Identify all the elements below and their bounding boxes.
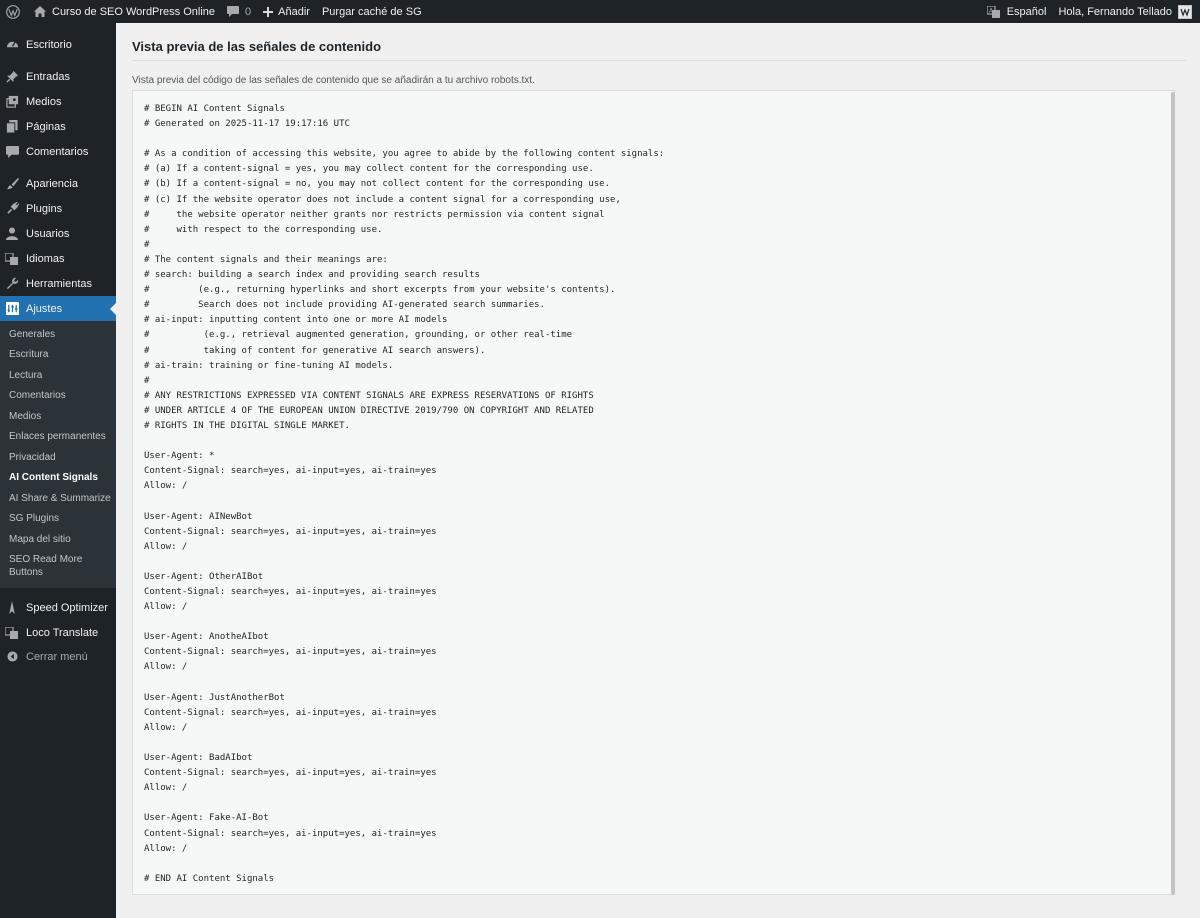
purge-cache-button[interactable]: Purgar caché de SG [316, 0, 428, 23]
language-switcher[interactable]: A Español [981, 0, 1053, 23]
page-title: Vista previa de las señales de contenido [132, 39, 382, 54]
comments-link[interactable]: 0 [221, 0, 257, 23]
submenu-item-comentarios[interactable]: Comentarios [9, 389, 114, 402]
add-new-label: Añadir [278, 5, 310, 18]
sidebar-item-plugins[interactable]: Plugins [0, 196, 116, 221]
avatar [1178, 4, 1192, 19]
submenu-item-privacidad[interactable]: Privacidad [9, 451, 114, 464]
collapse-menu-button[interactable]: Cerrar menú [0, 644, 116, 669]
purge-cache-label: Purgar caché de SG [321, 5, 422, 18]
sidebar-item-label: Medios [26, 95, 62, 108]
settings-submenu: Generales Escritura Lectura Comentarios … [0, 321, 116, 588]
main-content: Vista previa de las señales de contenido… [116, 23, 1200, 918]
pin-icon [2, 70, 22, 83]
speed-icon [2, 601, 22, 614]
sidebar-item-label: Páginas [26, 120, 66, 133]
settings-icon [2, 302, 22, 315]
sidebar-item-label: Loco Translate [26, 626, 99, 639]
page-description: Vista previa del código de las señales d… [132, 75, 535, 86]
scrollbar-thumb[interactable] [1171, 92, 1175, 895]
sidebar-item-label: Entradas [26, 70, 71, 83]
title-divider [132, 60, 1186, 61]
admin-sidebar: Escritorio Entradas Medios Páginas Comen… [0, 23, 116, 918]
code-preview-scrollbar[interactable] [1170, 92, 1176, 895]
brush-icon [2, 177, 22, 190]
comment-icon [227, 6, 240, 17]
plus-icon [263, 6, 274, 17]
submenu-item-mapa-del-sitio[interactable]: Mapa del sitio [9, 533, 114, 546]
submenu-item-medios[interactable]: Medios [9, 410, 114, 423]
submenu-item-seo-read-more-buttons[interactable]: SEO Read More Buttons [9, 553, 89, 579]
language-label: Español [1006, 5, 1047, 18]
robots-code-preview: # BEGIN AI Content Signals # Generated o… [144, 104, 665, 884]
comments-count: 0 [245, 5, 252, 18]
sidebar-item-apariencia[interactable]: Apariencia [0, 171, 116, 196]
sidebar-item-label: Idiomas [26, 252, 65, 265]
my-account-menu[interactable]: Hola, Fernando Tellado [1052, 0, 1200, 23]
sidebar-item-ajustes[interactable]: Ajustes [0, 296, 116, 321]
sidebar-item-label: Ajustes [26, 302, 63, 315]
home-icon [34, 6, 46, 17]
wordpress-logo-icon[interactable] [0, 0, 28, 23]
add-new-link[interactable]: Añadir [257, 0, 316, 23]
plugin-icon [2, 202, 22, 215]
admin-bar: Curso de SEO WordPress Online 0 Añadir P… [0, 0, 1200, 23]
sidebar-item-label: Speed Optimizer [26, 601, 108, 614]
sidebar-item-label: Comentarios [26, 145, 89, 158]
translate-icon [2, 252, 22, 265]
submenu-item-sg-plugins[interactable]: SG Plugins [9, 512, 114, 525]
sidebar-item-label: Herramientas [26, 277, 93, 290]
submenu-item-escritura[interactable]: Escritura [9, 348, 114, 361]
sidebar-item-usuarios[interactable]: Usuarios [0, 221, 116, 246]
collapse-icon [2, 651, 22, 662]
site-name-label: Curso de SEO WordPress Online [52, 5, 216, 18]
submenu-item-ai-share-summarize[interactable]: AI Share & Summarize [9, 492, 114, 505]
media-icon [2, 95, 22, 108]
translate-icon [2, 626, 22, 639]
submenu-item-enlaces-permanentes[interactable]: Enlaces permanentes [9, 430, 114, 443]
submenu-item-generales[interactable]: Generales [9, 328, 114, 341]
page-icon [2, 120, 22, 133]
dashboard-icon [2, 38, 22, 51]
sidebar-item-medios[interactable]: Medios [0, 89, 116, 114]
sidebar-item-label: Usuarios [26, 227, 70, 240]
comment-icon [2, 145, 22, 158]
user-icon [2, 227, 22, 240]
sidebar-item-label: Apariencia [26, 177, 78, 190]
sidebar-item-loco-translate[interactable]: Loco Translate [0, 620, 116, 645]
sidebar-item-label: Plugins [26, 202, 63, 215]
sidebar-item-label: Escritorio [26, 38, 72, 51]
translate-icon: A [986, 5, 1001, 18]
submenu-item-ai-content-signals[interactable]: AI Content Signals [9, 471, 114, 484]
sidebar-item-label: Cerrar menú [26, 650, 88, 663]
sidebar-item-idiomas[interactable]: Idiomas [0, 246, 116, 271]
greeting-label: Hola, Fernando Tellado [1058, 5, 1172, 18]
site-name-link[interactable]: Curso de SEO WordPress Online [28, 0, 221, 23]
code-preview-box[interactable]: # BEGIN AI Content Signals # Generated o… [132, 90, 1175, 895]
wrench-icon [2, 277, 22, 290]
sidebar-item-paginas[interactable]: Páginas [0, 114, 116, 139]
submenu-item-lectura[interactable]: Lectura [9, 369, 114, 382]
sidebar-item-entradas[interactable]: Entradas [0, 64, 116, 89]
sidebar-item-speed-optimizer[interactable]: Speed Optimizer [0, 595, 116, 620]
sidebar-item-escritorio[interactable]: Escritorio [0, 32, 116, 57]
sidebar-item-comentarios[interactable]: Comentarios [0, 139, 116, 164]
sidebar-item-herramientas[interactable]: Herramientas [0, 271, 116, 296]
